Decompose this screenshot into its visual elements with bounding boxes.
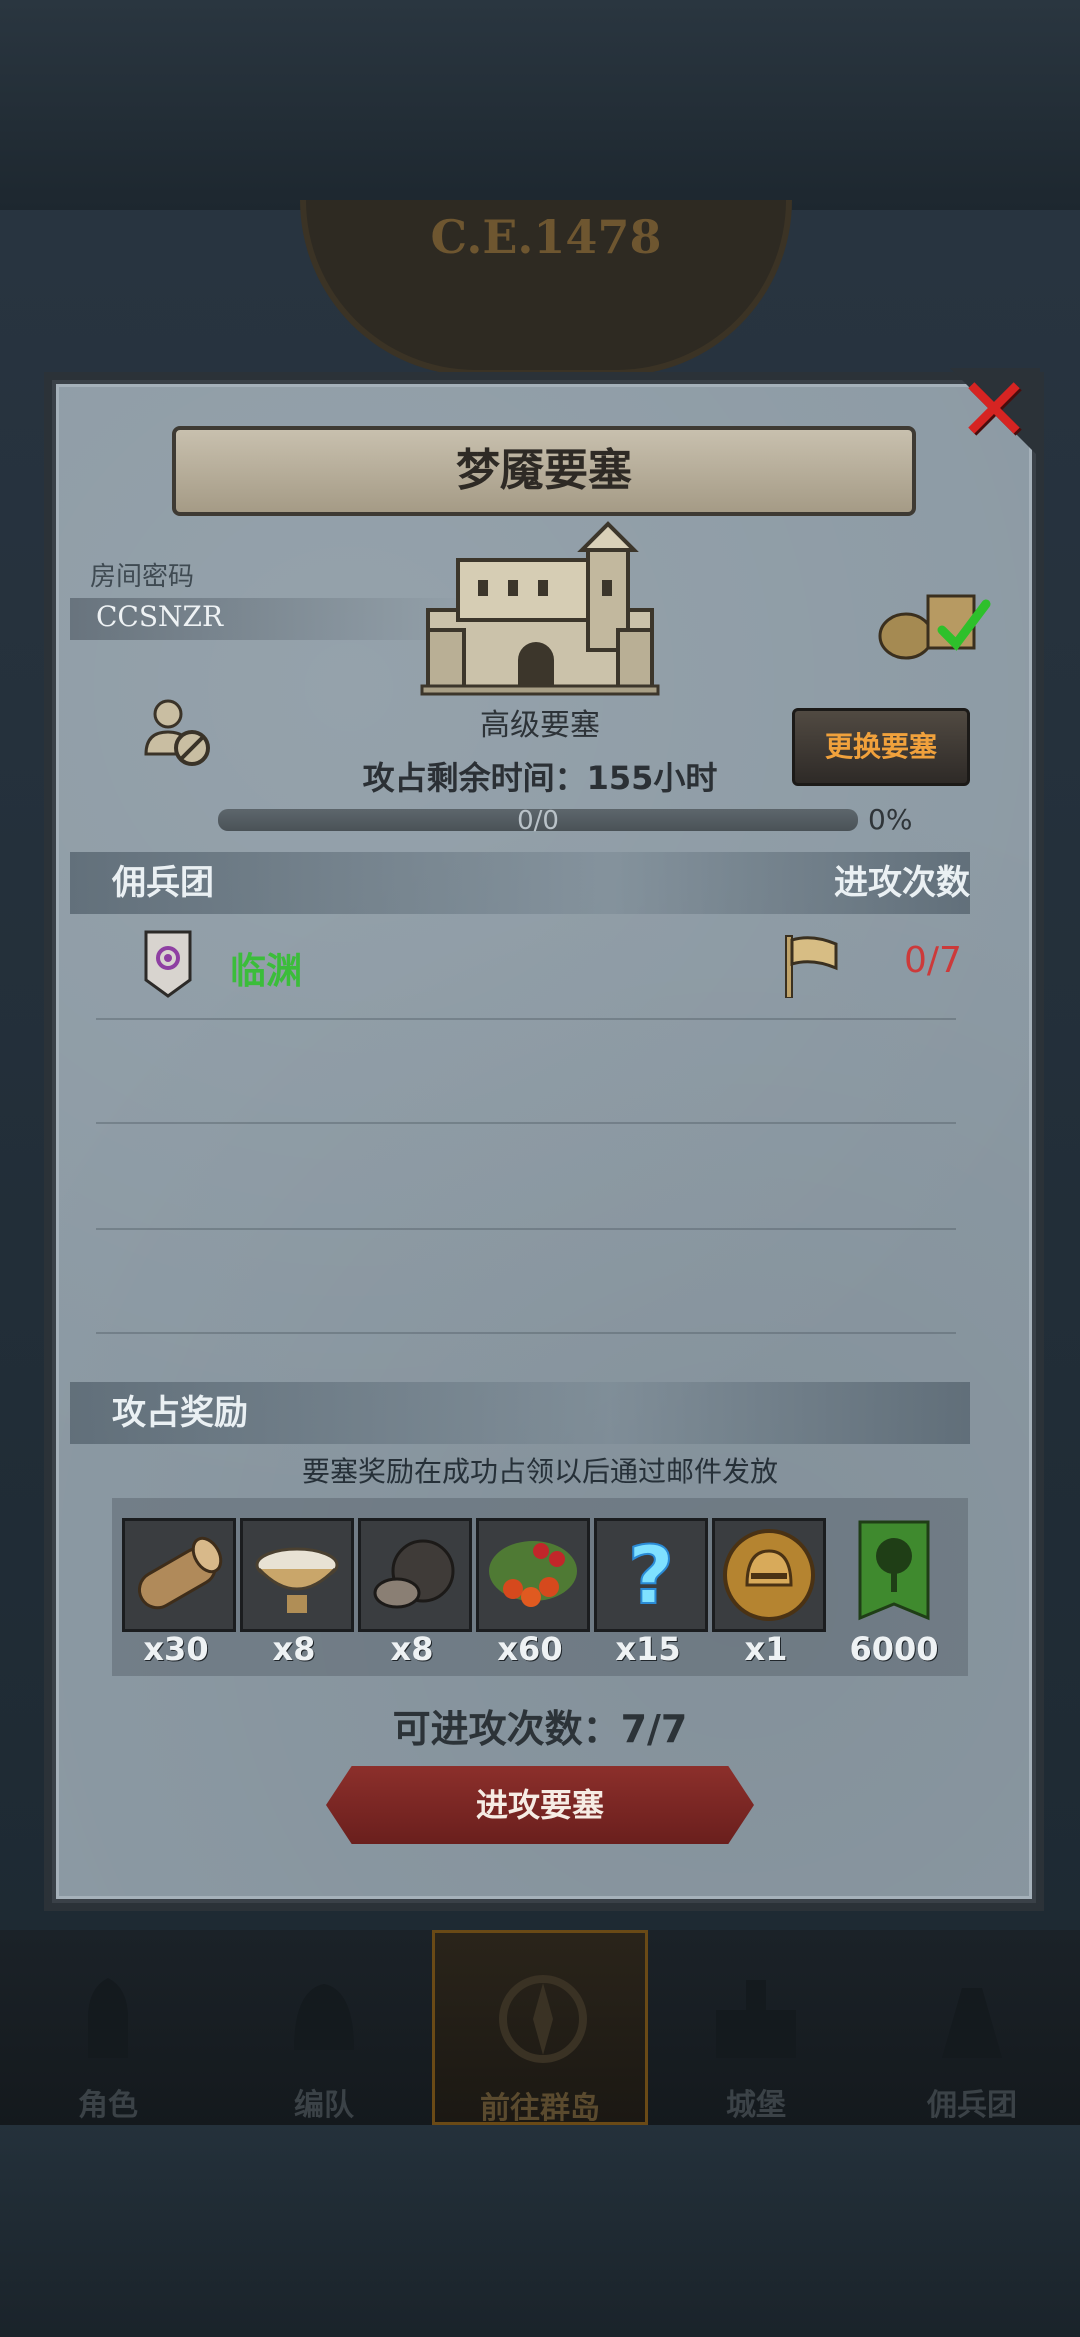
question-mark-icon[interactable]: ? bbox=[594, 1518, 708, 1632]
room-password-value[interactable]: CCSNZR bbox=[96, 600, 223, 633]
nav-mercenary[interactable]: 佣兵团 bbox=[864, 1930, 1080, 2125]
reward-count: 6000 bbox=[849, 1630, 939, 1668]
title-banner: 梦魇要塞 bbox=[172, 426, 916, 516]
rewards-section-header: 攻占奖励 bbox=[70, 1382, 970, 1444]
reward-count: x8 bbox=[272, 1630, 316, 1668]
castle-icon bbox=[420, 521, 660, 696]
reward-note: 要塞奖励在成功占领以后通过邮件发放 bbox=[301, 1455, 778, 1488]
reward-bag-check-icon[interactable] bbox=[876, 590, 996, 660]
change-fortress-button[interactable]: 更换要塞 bbox=[792, 708, 970, 786]
svg-text:?: ? bbox=[628, 1529, 674, 1622]
available-attacks: 可进攻次数：7/7 bbox=[392, 1707, 688, 1751]
nav-label: 前往群岛 bbox=[480, 2091, 600, 2126]
reward-count: x60 bbox=[497, 1630, 563, 1668]
truffle-icon[interactable] bbox=[358, 1518, 472, 1632]
berries-icon[interactable] bbox=[476, 1518, 590, 1632]
nav-label: 编队 bbox=[294, 2088, 354, 2123]
row-divider bbox=[96, 1122, 956, 1124]
reward-count: x15 bbox=[615, 1630, 681, 1668]
nav-formation[interactable]: 编队 bbox=[216, 1930, 432, 2125]
bottom-navigation: 角色 编队 前往群岛 城堡 佣兵团 bbox=[0, 1930, 1080, 2126]
dialog-title: 梦魇要塞 bbox=[456, 445, 632, 496]
row-divider bbox=[96, 1018, 956, 1020]
reward-count: x8 bbox=[390, 1630, 434, 1668]
member-attack-count: 0/7 bbox=[904, 940, 962, 981]
background-top bbox=[0, 0, 1080, 210]
nav-label: 城堡 bbox=[726, 2088, 786, 2123]
knight-icon bbox=[88, 1978, 128, 2058]
attacks-label: 进攻次数 bbox=[834, 863, 970, 903]
year-text: C.E.1478 bbox=[430, 210, 662, 264]
tree-banner-icon[interactable] bbox=[854, 1518, 934, 1626]
fortress-type: 高级要塞 bbox=[480, 708, 600, 743]
person-block-icon[interactable] bbox=[142, 696, 216, 770]
log-icon[interactable] bbox=[122, 1518, 236, 1632]
member-name: 临渊 bbox=[230, 951, 303, 992]
flag-icon bbox=[785, 935, 838, 998]
row-divider bbox=[96, 1332, 956, 1334]
attack-fortress-button[interactable]: 进攻要塞 bbox=[326, 1766, 754, 1844]
helmet-medal-icon[interactable] bbox=[712, 1518, 826, 1632]
compass-icon bbox=[499, 1975, 587, 2063]
members-label: 佣兵团 bbox=[112, 863, 214, 903]
capture-progress-bar: 0/0 bbox=[218, 806, 858, 836]
nav-castle[interactable]: 城堡 bbox=[648, 1930, 864, 2125]
bowl-icon[interactable] bbox=[240, 1518, 354, 1632]
nav-islands[interactable]: 前往群岛 bbox=[432, 1930, 648, 2126]
rewards-label: 攻占奖励 bbox=[112, 1393, 248, 1433]
nav-label: 佣兵团 bbox=[927, 2088, 1017, 2123]
members-section-header: 佣兵团 进攻次数 bbox=[70, 852, 970, 914]
castle-nav-icon bbox=[716, 1980, 796, 2058]
progress-text: 0/0 bbox=[517, 806, 559, 836]
member-row[interactable]: 临渊 0/7 bbox=[70, 920, 970, 1020]
remaining-time: 攻占剩余时间：155小时 bbox=[362, 759, 718, 797]
row-divider bbox=[96, 1228, 956, 1230]
reward-count: x1 bbox=[744, 1630, 788, 1668]
nav-label: 角色 bbox=[78, 2088, 138, 2123]
reward-count: x30 bbox=[143, 1630, 209, 1668]
background-bottom bbox=[0, 2125, 1080, 2337]
guild-shield-icon bbox=[144, 930, 192, 998]
progress-percent: 0% bbox=[868, 803, 913, 836]
mercenary-icon bbox=[942, 1988, 1002, 2058]
close-icon[interactable]: ✕ bbox=[954, 366, 1034, 454]
nav-character[interactable]: 角色 bbox=[0, 1930, 216, 2125]
helmet-icon bbox=[294, 1984, 354, 2050]
room-password-label: 房间密码 bbox=[90, 562, 195, 592]
